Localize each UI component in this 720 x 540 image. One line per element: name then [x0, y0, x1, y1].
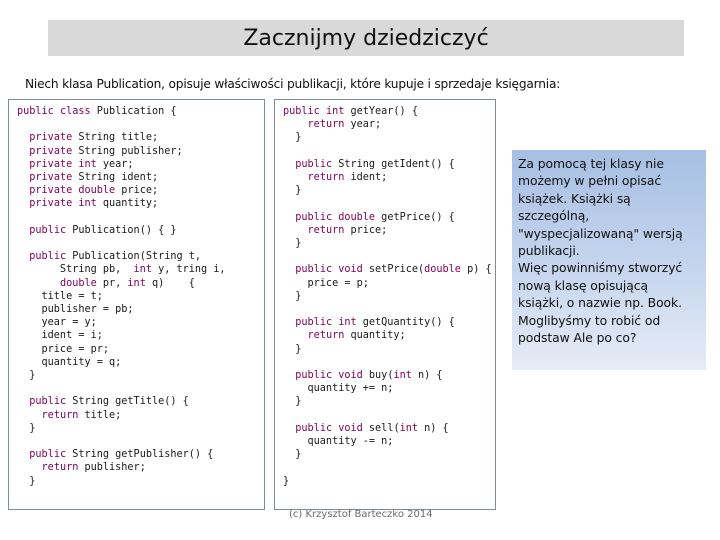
code-line: private int quantity;: [29, 198, 159, 210]
callout-line: publikacji.: [518, 243, 580, 259]
slide-subtitle: Niech klasa Publication, opisuje właściw…: [25, 77, 561, 91]
code-line: publisher = pb;: [17, 304, 134, 316]
code-line: }: [283, 396, 302, 408]
code-line: price = p;: [283, 277, 369, 289]
code-line: return quantity;: [307, 330, 406, 342]
code-line: double pr, int q) {: [59, 277, 195, 289]
callout-line: Więc powinniśmy stworzyć: [518, 260, 683, 276]
code-line: }: [17, 475, 36, 487]
code-line: }: [283, 185, 302, 197]
code-line: private int year;: [29, 158, 134, 170]
code-line: public String getIdent() {: [295, 158, 455, 170]
code-listing-right: public int getYear() { return year; } pu…: [275, 100, 495, 488]
callout-line: książki, o nazwie np. Book.: [518, 295, 682, 311]
callout-line: nową klasę opisującą: [518, 277, 648, 293]
slide-title: Zacznijmy dziedziczyć: [243, 25, 489, 51]
code-line: }: [283, 132, 302, 144]
code-line: private double price;: [29, 185, 159, 197]
code-line: }: [283, 343, 302, 355]
code-line: return title;: [41, 409, 122, 421]
callout-line: Za pomocą tej klasy nie: [518, 156, 664, 171]
code-line: quantity += n;: [283, 383, 394, 395]
copyright-footer: (c) Krzysztof Barteczko 2014: [289, 509, 433, 520]
code-line: quantity = q;: [17, 356, 122, 368]
code-line: return year;: [307, 119, 382, 131]
code-box-publication-fields: public class Publication { private Strin…: [8, 99, 265, 510]
code-listing-left: public class Publication { private Strin…: [9, 100, 264, 488]
code-line: public double getPrice() {: [295, 211, 455, 223]
callout-line: podstaw Ale po co?: [518, 330, 637, 346]
callout-text: Za pomocą tej klasy nie możemy w pełni op…: [518, 155, 700, 346]
code-line: }: [283, 238, 302, 250]
callout-line: "wyspecjalizowaną" wersją: [518, 225, 683, 241]
code-line: }: [17, 422, 36, 434]
code-line: public String getPublisher() {: [29, 449, 214, 461]
code-line: public int getYear() {: [283, 106, 418, 117]
code-line: public int getQuantity() {: [295, 317, 455, 329]
code-line: public class Publication {: [17, 106, 177, 117]
callout-line: książek. Książki są: [518, 190, 631, 206]
code-line: }: [283, 290, 302, 302]
code-line: quantity -= n;: [283, 436, 394, 448]
slide-title-bar: Zacznijmy dziedziczyć: [48, 20, 684, 56]
code-line: public void sell(int n) {: [295, 422, 449, 434]
code-line: public void buy(int n) {: [295, 370, 443, 382]
callout-line: możemy w pełni opisać: [518, 173, 662, 189]
code-line: }: [283, 475, 290, 487]
code-line: ident = i;: [17, 330, 103, 342]
code-line: private String title;: [29, 132, 159, 144]
code-line: public String getTitle() {: [29, 396, 189, 408]
code-line: title = t;: [17, 290, 103, 302]
code-line: public Publication(String t,: [29, 251, 202, 263]
code-line: return ident;: [307, 172, 388, 184]
code-line: return publisher;: [41, 462, 146, 474]
code-line: private String ident;: [29, 172, 159, 184]
explanation-callout: Za pomocą tej klasy nie możemy w pełni op…: [512, 150, 706, 370]
code-line: year = y;: [17, 317, 97, 329]
callout-line: Moglibyśmy to robić od: [518, 312, 661, 328]
code-line: }: [17, 370, 36, 382]
code-line: return price;: [307, 224, 388, 236]
code-line: private String publisher;: [29, 145, 183, 157]
callout-line: szczególną,: [518, 208, 590, 224]
code-line: price = pr;: [17, 343, 110, 355]
code-box-publication-methods: public int getYear() { return year; } pu…: [274, 99, 496, 510]
code-line: public Publication() { }: [29, 224, 177, 236]
code-line: public void setPrice(double p) {: [295, 264, 492, 276]
code-line: }: [283, 449, 302, 461]
code-line: String pb, int y, tring i,: [17, 264, 226, 276]
